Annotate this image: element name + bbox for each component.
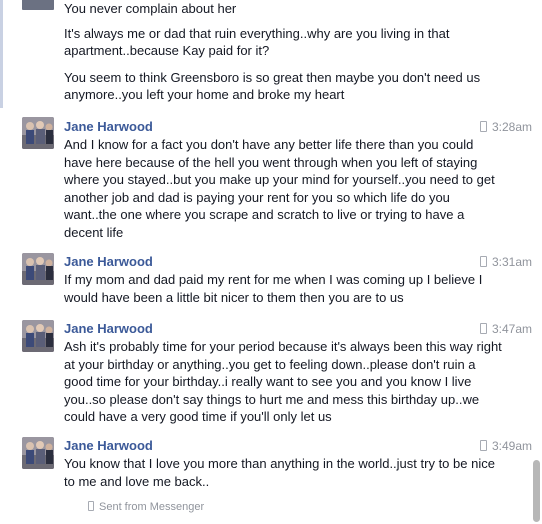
sent-from-label: Sent from Messenger [88, 501, 204, 513]
mobile-icon [88, 501, 94, 511]
mobile-icon [479, 323, 487, 334]
message-text: It's always me or dad that ruin everythi… [64, 26, 450, 58]
message-thread: You never complain about her It's always… [0, 0, 532, 524]
avatar[interactable] [22, 437, 54, 469]
avatar[interactable] [22, 320, 54, 352]
thread-left-border [0, 0, 3, 108]
mobile-icon [479, 440, 487, 451]
scrollbar-thumb[interactable] [533, 460, 540, 522]
scrollbar[interactable] [532, 0, 542, 524]
avatar[interactable] [22, 117, 54, 149]
sender-name[interactable]: Jane Harwood [64, 254, 153, 269]
mobile-icon [479, 256, 487, 267]
sender-name[interactable]: Jane Harwood [64, 321, 153, 336]
avatar[interactable] [22, 253, 54, 285]
message-text: You seem to think Greensboro is so great… [64, 70, 481, 102]
message-text: You never complain about her [64, 1, 237, 16]
timestamp: 3:28am [479, 120, 532, 134]
message-text: Ash it's probably time for your period b… [64, 339, 502, 425]
avatar-partial[interactable] [22, 0, 54, 10]
sender-name[interactable]: Jane Harwood [64, 119, 153, 134]
message-text: And I know for a fact you don't have any… [64, 137, 495, 240]
message-text: If my mom and dad paid my rent for me wh… [64, 272, 483, 305]
timestamp: 3:49am [479, 439, 532, 453]
timestamp: 3:47am [479, 322, 532, 336]
mobile-icon [479, 121, 487, 132]
message-text: You know that I love you more than anyth… [64, 456, 495, 489]
sender-name[interactable]: Jane Harwood [64, 438, 153, 453]
timestamp: 3:31am [479, 255, 532, 269]
